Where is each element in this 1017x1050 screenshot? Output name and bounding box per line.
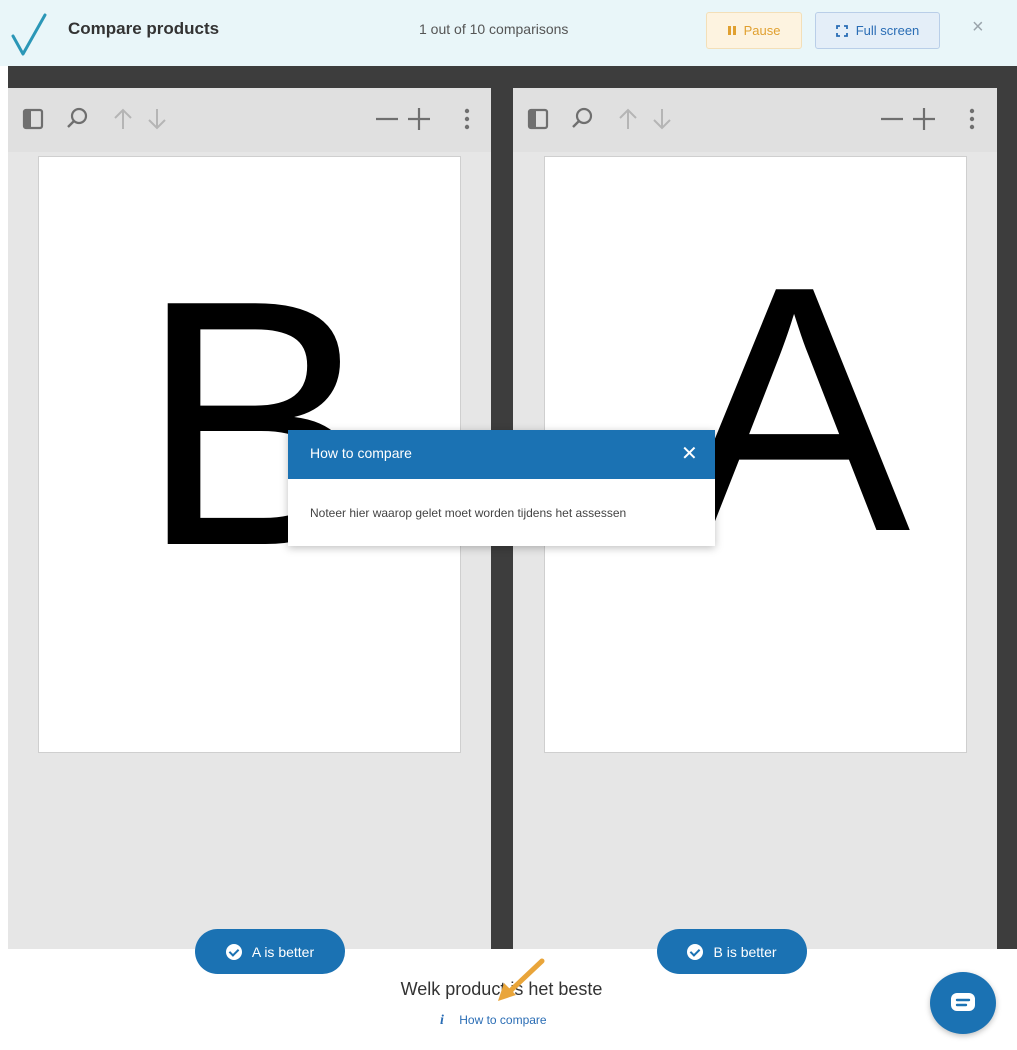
fullscreen-button[interactable]: Full screen — [815, 12, 940, 49]
logo-icon — [11, 13, 47, 56]
dialog-header: How to compare ✕ — [288, 430, 715, 479]
b-is-better-button[interactable]: B is better — [657, 929, 807, 974]
viewer-b-toolbar — [513, 88, 997, 152]
chat-icon — [951, 993, 975, 1011]
how-to-compare-link[interactable]: i How to compare — [440, 1013, 547, 1029]
dialog-body: Noteer hier waarop gelet moet worden tij… — [310, 506, 627, 520]
viewer-a-toolbar — [8, 88, 491, 152]
zoom-out-icon[interactable] — [374, 106, 400, 132]
check-circle-icon — [225, 943, 242, 960]
dialog-title: How to compare — [310, 445, 412, 461]
comparison-progress: 1 out of 10 comparisons — [419, 21, 569, 37]
annotation-arrow-icon — [498, 958, 545, 1001]
info-icon: i — [440, 1013, 444, 1028]
arrow-up-icon[interactable] — [110, 106, 136, 132]
how-to-compare-dialog: How to compare ✕ Noteer hier waarop gele… — [288, 430, 715, 546]
pause-label: Pause — [743, 23, 781, 38]
arrow-down-icon[interactable] — [649, 106, 675, 132]
page-title: Compare products — [68, 19, 220, 38]
more-vertical-icon[interactable] — [959, 106, 985, 132]
zoom-in-icon[interactable] — [911, 106, 937, 132]
pause-icon — [727, 26, 736, 35]
fullscreen-icon — [835, 24, 848, 37]
zoom-in-icon[interactable] — [406, 106, 432, 132]
zoom-out-icon[interactable] — [879, 106, 905, 132]
arrow-up-icon[interactable] — [615, 106, 641, 132]
sidebar-toggle-icon[interactable] — [20, 106, 46, 132]
a-is-better-label: A is better — [251, 943, 315, 960]
b-is-better-label: B is better — [713, 943, 777, 960]
check-circle-icon — [687, 943, 704, 960]
pause-button[interactable]: Pause — [706, 12, 802, 49]
fullscreen-label: Full screen — [855, 23, 920, 38]
close-icon[interactable]: × — [972, 16, 984, 39]
page-letter: B — [139, 228, 373, 619]
chat-button[interactable] — [930, 972, 996, 1034]
a-is-better-button[interactable]: A is better — [195, 929, 345, 974]
how-to-compare-label: How to compare — [459, 1013, 547, 1027]
sidebar-toggle-icon[interactable] — [525, 106, 551, 132]
more-vertical-icon[interactable] — [454, 106, 480, 132]
app-header: Compare products 1 out of 10 comparisons… — [0, 0, 1017, 66]
search-icon[interactable] — [64, 106, 90, 132]
search-icon[interactable] — [569, 106, 595, 132]
close-icon[interactable]: ✕ — [681, 441, 698, 466]
arrow-down-icon[interactable] — [144, 106, 170, 132]
